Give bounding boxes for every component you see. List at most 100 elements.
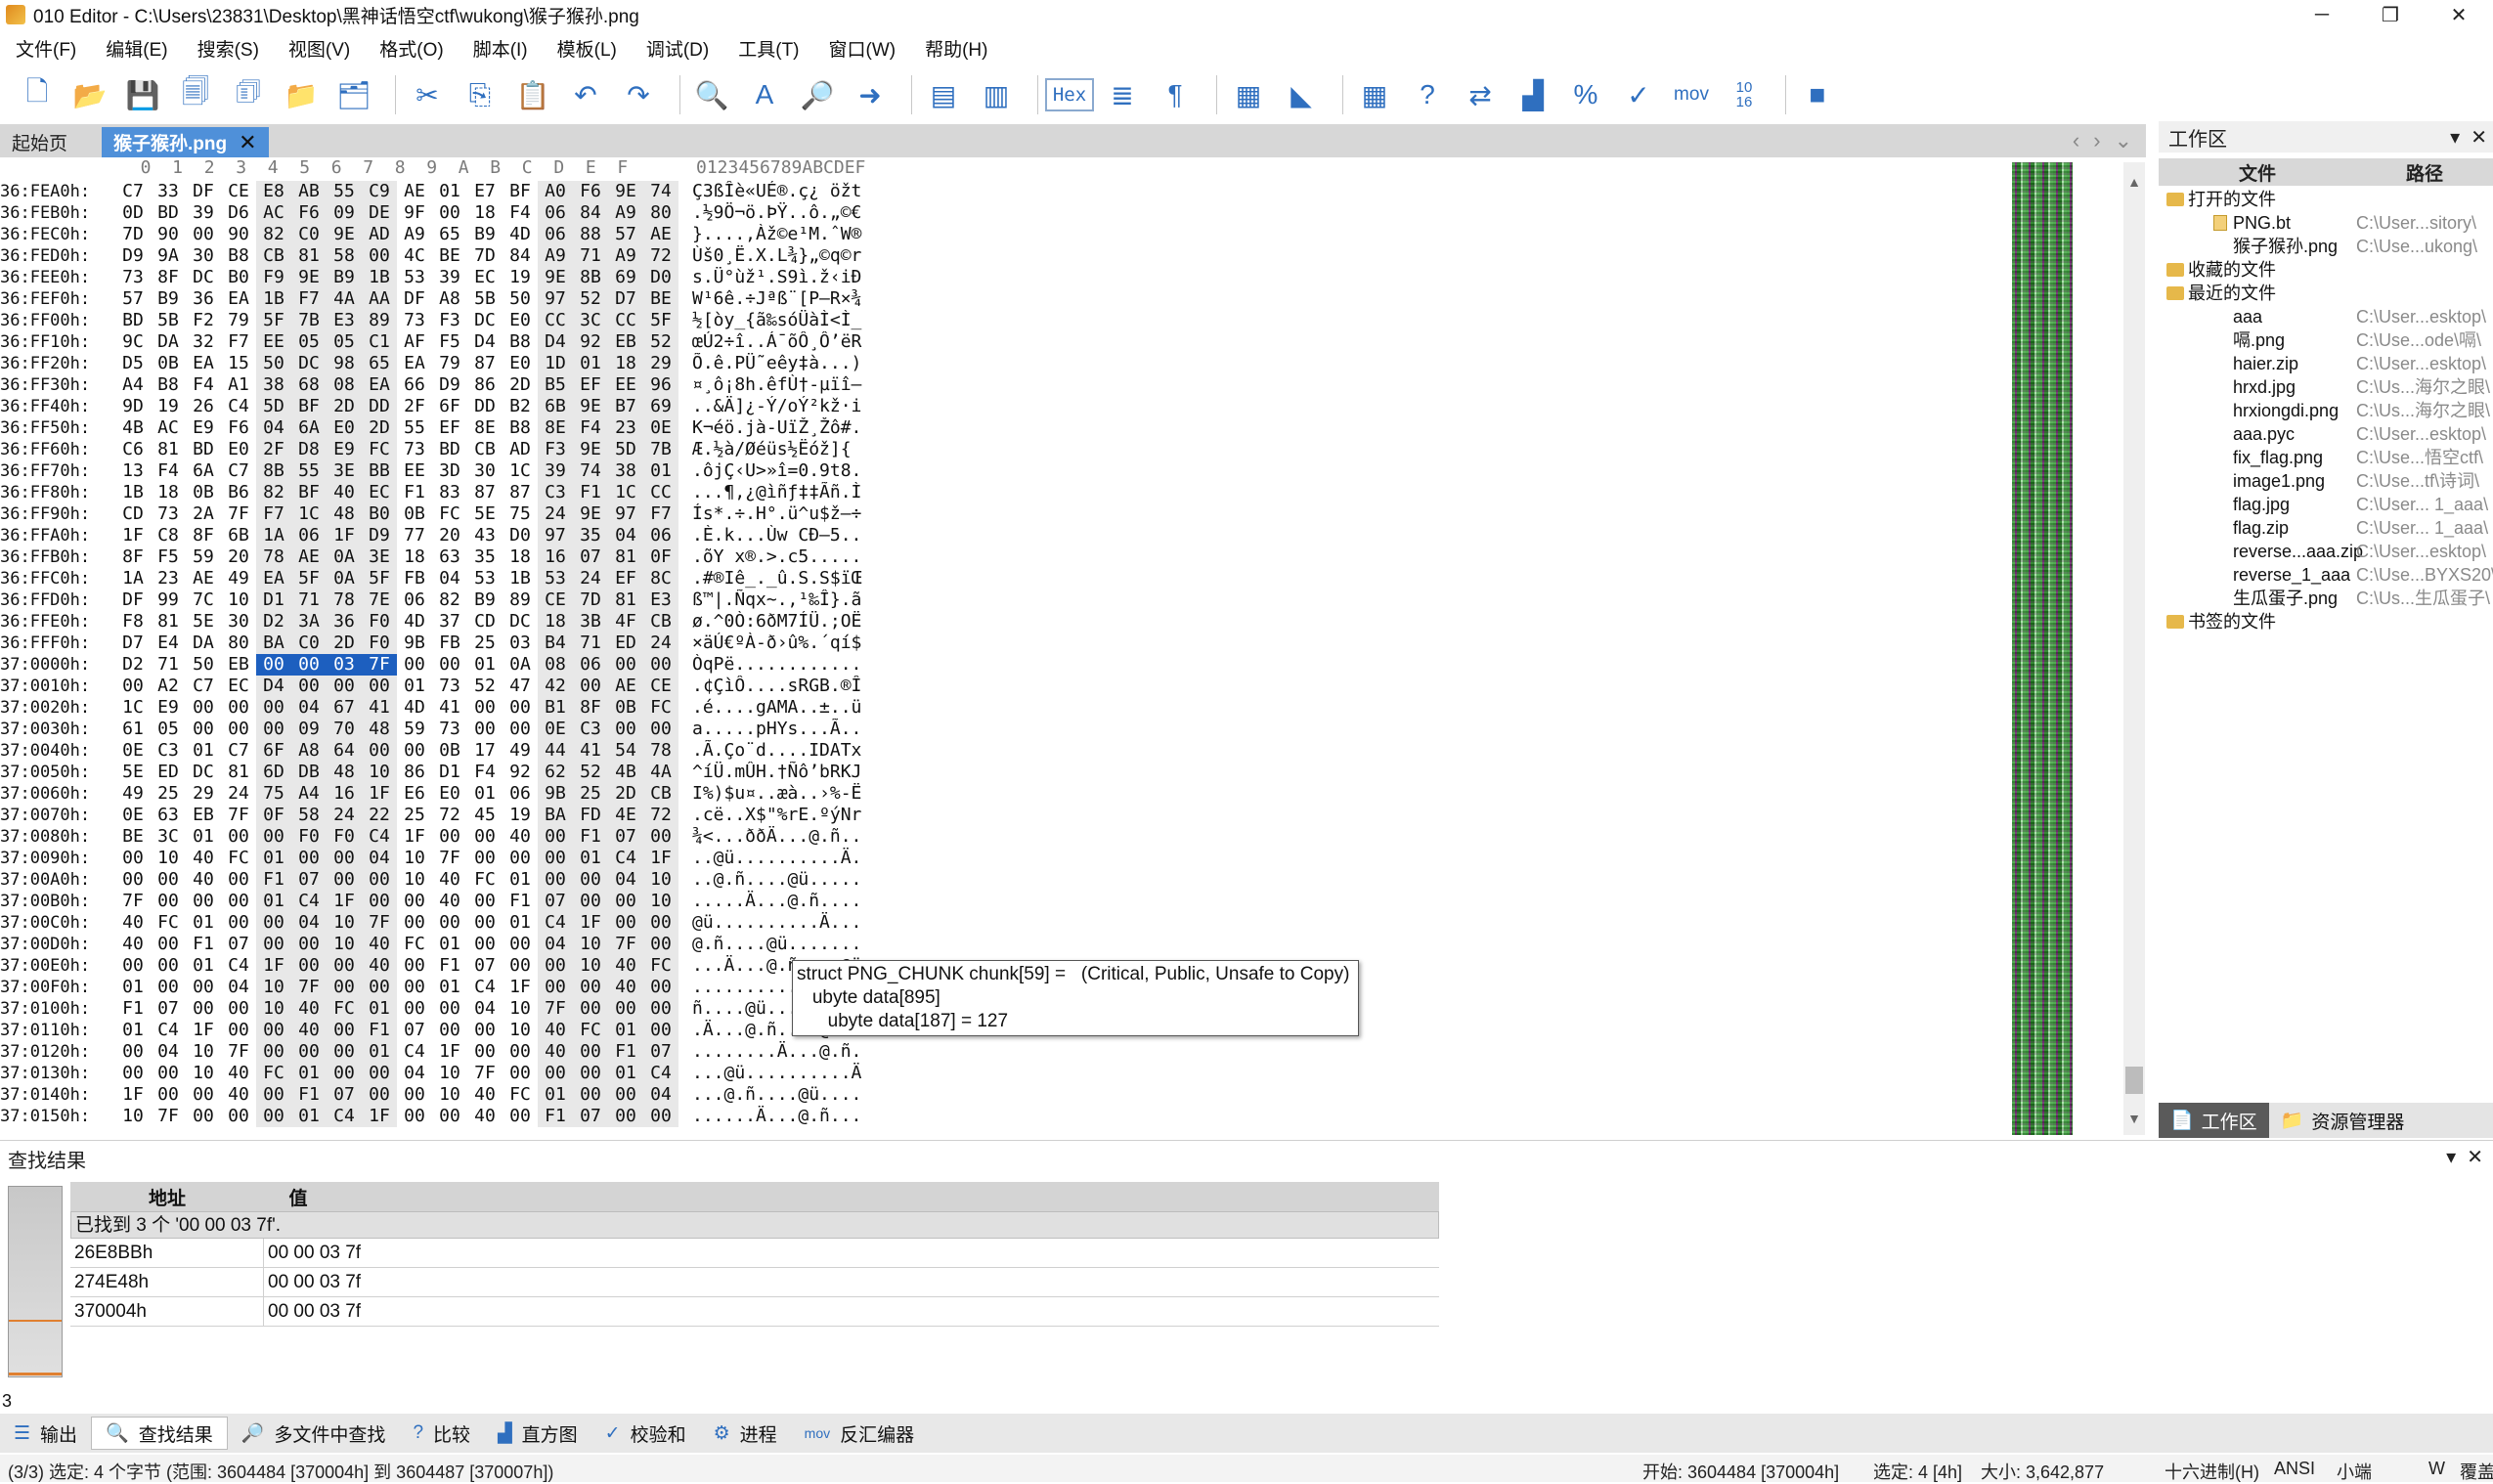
ascii-row[interactable]: ..&Ä]¿-Ý/oÝ²kž·i	[692, 396, 888, 417]
hex-byte[interactable]: 86	[467, 374, 503, 396]
hex-byte[interactable]: 07	[608, 826, 643, 848]
hex-byte[interactable]: AF	[397, 331, 432, 353]
hex-byte[interactable]: AE	[608, 676, 643, 697]
hex-byte[interactable]: 45	[467, 805, 503, 826]
hex-byte[interactable]: FC	[327, 998, 362, 1020]
hex-byte[interactable]: 00	[115, 1041, 151, 1063]
hex-byte[interactable]: E0	[503, 353, 538, 374]
hex-byte[interactable]: 00	[573, 676, 608, 697]
hex-byte[interactable]: D7	[115, 633, 151, 654]
hex-byte[interactable]: 6A	[186, 460, 221, 482]
hex-byte[interactable]: 1C	[291, 503, 327, 525]
hex-byte[interactable]: EB	[221, 654, 256, 676]
ascii-row[interactable]: .Ã.Ço¨d....IDATx	[692, 740, 888, 762]
hex-byte[interactable]: 18	[467, 202, 503, 224]
goto-icon[interactable]: ➜	[849, 73, 892, 116]
hex-byte[interactable]: 19	[151, 396, 186, 417]
hex-byte[interactable]: DD	[362, 396, 397, 417]
hex-byte[interactable]: 00	[503, 1106, 538, 1127]
hex-byte[interactable]: 07	[573, 1106, 608, 1127]
hex-row[interactable]: C6 81 BD E0 2F D8 E9 FC 73 BD CB AD F3 9E 5D 7B	[115, 439, 684, 460]
hex-byte[interactable]: F4	[186, 374, 221, 396]
hex-byte[interactable]: C4	[538, 912, 573, 934]
hex-byte[interactable]: 00	[432, 1020, 467, 1041]
hex-byte[interactable]: 40	[291, 998, 327, 1020]
hex-byte[interactable]: EA	[221, 288, 256, 310]
hex-byte[interactable]: 5F	[291, 568, 327, 589]
hex-byte[interactable]: DF	[397, 288, 432, 310]
menu-item-6[interactable]: 模板(L)	[542, 35, 631, 62]
hex-row[interactable]: DF 99 7C 10 D1 71 78 7E 06 82 B9 89 CE 7D 81 E3	[115, 589, 684, 611]
hex-byte[interactable]: BE	[643, 288, 678, 310]
hex-byte[interactable]: 17	[467, 740, 503, 762]
save-as-icon[interactable]: 🗐	[174, 73, 217, 116]
hex-byte[interactable]: C9	[362, 181, 397, 202]
hex-byte[interactable]: 40	[538, 1020, 573, 1041]
hex-byte[interactable]: F3	[538, 439, 573, 460]
hex-byte[interactable]: 74	[573, 460, 608, 482]
hex-byte[interactable]: 99	[151, 589, 186, 611]
hex-byte[interactable]: D5	[115, 353, 151, 374]
ascii-row[interactable]: .cë..X$"%rE.ºýNr	[692, 805, 888, 826]
workspace-item[interactable]: 书签的文件	[2159, 610, 2493, 633]
hex-byte[interactable]: 5F	[256, 310, 291, 331]
hex-byte[interactable]: D9	[115, 245, 151, 267]
hex-byte[interactable]: CD	[115, 503, 151, 525]
hex-byte[interactable]: 35	[573, 525, 608, 546]
bottom-tab-5[interactable]: ✓ 校验和	[591, 1417, 700, 1450]
hex-byte[interactable]: 1C	[503, 460, 538, 482]
hex-byte[interactable]: 00	[186, 977, 221, 998]
ascii-row[interactable]: .È.k...Ùw CÐ—5..	[692, 525, 888, 546]
hex-byte[interactable]: 81	[221, 762, 256, 783]
hex-byte[interactable]: FC	[362, 439, 397, 460]
hex-byte[interactable]: 15	[221, 353, 256, 374]
hex-byte[interactable]: B8	[503, 417, 538, 439]
hex-byte[interactable]: 0E	[115, 805, 151, 826]
hex-byte[interactable]: 81	[151, 611, 186, 633]
hex-byte[interactable]: 97	[608, 503, 643, 525]
hex-byte[interactable]: 00	[397, 912, 432, 934]
hex-row[interactable]: 57 B9 36 EA 1B F7 4A AA DF A8 5B 50 97 52 D7 BE	[115, 288, 684, 310]
base-converter-button[interactable]: 10 16	[1723, 73, 1766, 116]
hex-byte[interactable]: 20	[221, 546, 256, 568]
hex-byte[interactable]: 86	[397, 762, 432, 783]
hex-byte[interactable]: 2D	[608, 783, 643, 805]
hex-byte[interactable]: 00	[362, 869, 397, 891]
hex-byte[interactable]: BD	[186, 439, 221, 460]
paste-icon[interactable]: 📋	[511, 73, 554, 116]
ascii-row[interactable]: Ç3ßÎè«UÉ®.ç¿ öžt	[692, 181, 888, 202]
hex-byte[interactable]: 01	[115, 1020, 151, 1041]
hex-byte[interactable]: 00	[291, 934, 327, 955]
hex-byte[interactable]: 9E	[538, 267, 573, 288]
hex-row[interactable]: 40 00 F1 07 00 00 10 40 FC 01 00 00 04 10 7F 00	[115, 934, 684, 955]
hex-byte[interactable]: 00	[538, 977, 573, 998]
ascii-row[interactable]: ½[òy_{ã‰sóÜàÌ<Ì_	[692, 310, 888, 331]
hex-byte[interactable]: 9E	[608, 181, 643, 202]
hex-byte[interactable]: F1	[432, 955, 467, 977]
hex-byte[interactable]: 2D	[362, 417, 397, 439]
hex-byte[interactable]: CE	[221, 181, 256, 202]
hex-byte[interactable]: 70	[327, 719, 362, 740]
hex-byte[interactable]: B0	[362, 503, 397, 525]
hex-byte[interactable]: 79	[432, 353, 467, 374]
hex-byte[interactable]: 9B	[538, 783, 573, 805]
hex-byte[interactable]: D1	[432, 762, 467, 783]
hex-byte[interactable]: 00	[362, 1084, 397, 1106]
hex-byte[interactable]: 72	[643, 245, 678, 267]
hex-byte[interactable]: 6D	[256, 762, 291, 783]
hex-row[interactable]: 1C E9 00 00 00 04 67 41 4D 41 00 00 B1 8F 0B FC	[115, 697, 684, 719]
hex-byte[interactable]: 40	[538, 1041, 573, 1063]
hex-byte[interactable]: 87	[467, 353, 503, 374]
hex-byte[interactable]: EB	[608, 331, 643, 353]
tab-start-page[interactable]: 起始页	[0, 127, 80, 157]
hex-byte[interactable]: A8	[291, 740, 327, 762]
hex-byte[interactable]: 10	[362, 762, 397, 783]
hex-byte[interactable]: 7F	[221, 503, 256, 525]
hex-byte[interactable]: F8	[115, 611, 151, 633]
hex-byte[interactable]: B8	[503, 331, 538, 353]
hex-byte[interactable]: 00	[327, 955, 362, 977]
hex-byte[interactable]: 49	[503, 740, 538, 762]
hex-byte[interactable]: CE	[643, 676, 678, 697]
hex-byte[interactable]: 05	[151, 719, 186, 740]
hex-byte[interactable]: 7C	[186, 589, 221, 611]
